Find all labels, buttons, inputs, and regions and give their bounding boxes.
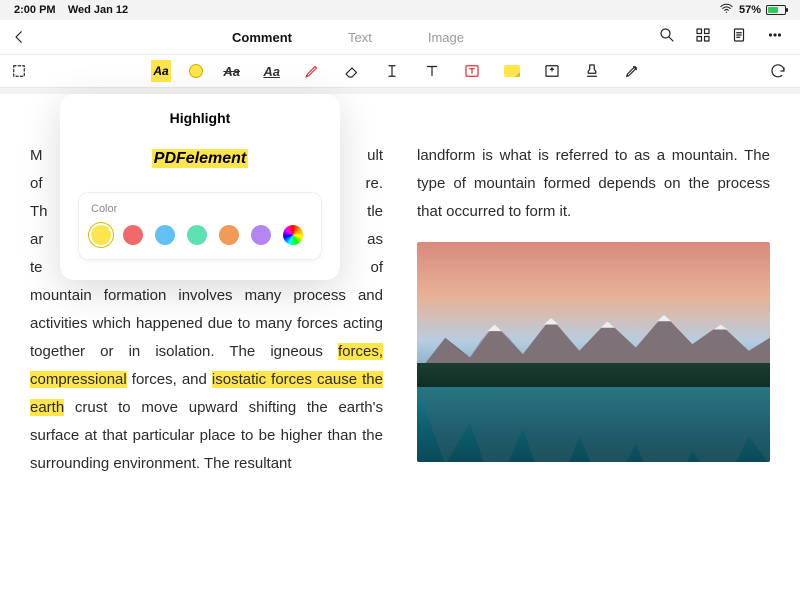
tab-comment[interactable]: Comment [232, 30, 292, 45]
top-right-actions [658, 26, 800, 49]
more-icon[interactable] [766, 26, 784, 49]
status-date: Wed Jan 12 [68, 4, 128, 16]
strikethrough-tool[interactable]: Aa [221, 60, 243, 82]
color-swatch-purple[interactable] [251, 225, 271, 245]
stamp-tool[interactable] [581, 60, 603, 82]
tab-text[interactable]: Text [348, 30, 372, 45]
body-text: landform is what is referred to as a mou… [417, 147, 770, 220]
back-button[interactable] [0, 28, 38, 46]
mode-tabs: Comment Text Image [38, 30, 658, 45]
color-swatch-yellow[interactable] [91, 225, 111, 245]
pen-tool[interactable] [621, 60, 643, 82]
status-time: 2:00 PM [14, 4, 56, 16]
highlight-tool[interactable]: Aa [151, 60, 170, 82]
color-swatch-teal[interactable] [187, 225, 207, 245]
textbox-tool[interactable] [461, 60, 483, 82]
top-bar: Comment Text Image [0, 20, 800, 54]
undo-button[interactable] [756, 62, 800, 80]
page-icon[interactable] [730, 26, 748, 49]
text-tool[interactable] [421, 60, 443, 82]
color-swatch-orange[interactable] [219, 225, 239, 245]
color-picker-button[interactable] [283, 225, 303, 245]
color-swatch-blue[interactable] [155, 225, 175, 245]
text-caret-tool[interactable] [381, 60, 403, 82]
wifi-icon [719, 1, 734, 19]
highlight-color-tool[interactable] [189, 64, 203, 78]
underline-tool[interactable]: Aa [261, 60, 283, 82]
body-text: mountain formation involves many process… [30, 287, 383, 360]
mountain-image [417, 242, 770, 462]
highlight-sample: PDFelement [78, 150, 322, 168]
highlight-popover: Highlight PDFelement Color [60, 94, 340, 280]
popover-title: Highlight [78, 110, 322, 126]
grid-icon[interactable] [694, 26, 712, 49]
selection-tool[interactable] [0, 54, 38, 88]
color-swatch-red[interactable] [123, 225, 143, 245]
status-left: 2:00 PM Wed Jan 12 [14, 4, 128, 16]
tab-image[interactable]: Image [428, 30, 464, 45]
battery-icon [766, 5, 786, 15]
sticky-note-tool[interactable] [501, 60, 523, 82]
color-label: Color [91, 203, 309, 215]
image-tool[interactable] [541, 60, 563, 82]
battery-pct: 57% [739, 4, 761, 16]
annotation-toolbar: Aa Aa Aa [0, 54, 800, 88]
color-card: Color [78, 192, 322, 260]
status-right: 57% [719, 1, 786, 19]
status-bar: 2:00 PM Wed Jan 12 57% [0, 0, 800, 20]
marker-tool[interactable] [301, 60, 323, 82]
right-column[interactable]: landform is what is referred to as a mou… [417, 142, 770, 599]
color-swatches [91, 225, 309, 245]
search-icon[interactable] [658, 26, 676, 49]
eraser-tool[interactable] [341, 60, 363, 82]
